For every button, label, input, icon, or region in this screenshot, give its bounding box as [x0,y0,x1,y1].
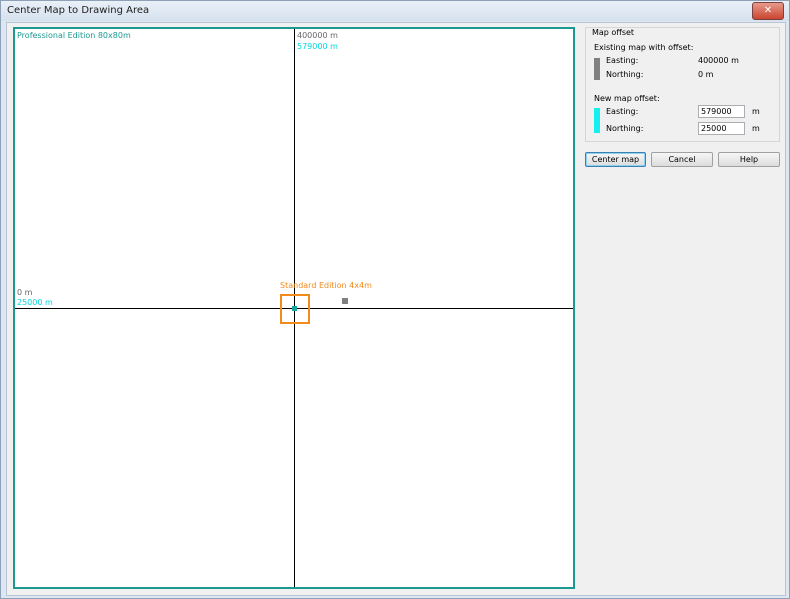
new-map-color-swatch [594,108,600,133]
cancel-button[interactable]: Cancel [651,152,713,167]
new-easting-input[interactable] [698,105,745,118]
window-title: Center Map to Drawing Area [7,5,150,16]
dialog-window: Center Map to Drawing Area ✕ Professiona… [0,0,790,599]
help-button[interactable]: Help [718,152,780,167]
new-easting-label: Easting: [606,107,639,116]
existing-easting-axis-label: 400000 m [297,31,338,40]
standard-edition-label: Standard Edition 4x4m [280,281,372,290]
new-northing-unit: m [752,124,760,133]
existing-easting-value: 400000 m [698,56,739,65]
existing-northing-label: Northing: [606,70,644,79]
existing-offset-marker [342,298,348,304]
dialog-client-area: Professional Edition 80x80m 400000 m 579… [6,22,786,596]
new-northing-input[interactable] [698,122,745,135]
existing-northing-axis-label: 0 m [17,288,33,297]
map-preview-canvas[interactable]: Professional Edition 80x80m 400000 m 579… [13,27,575,589]
close-button[interactable]: ✕ [752,2,784,20]
existing-easting-label: Easting: [606,56,639,65]
professional-edition-label: Professional Edition 80x80m [17,31,131,40]
existing-map-color-swatch [594,58,600,80]
map-center-marker [292,306,297,311]
new-northing-label: Northing: [606,124,644,133]
title-bar[interactable]: Center Map to Drawing Area ✕ [1,1,789,21]
existing-map-title: Existing map with offset: [594,43,694,52]
new-map-offset-title: New map offset: [594,94,660,103]
existing-northing-value: 0 m [698,70,714,79]
new-easting-axis-label: 579000 m [297,42,338,51]
map-offset-title: Map offset [591,28,636,37]
new-easting-unit: m [752,107,760,116]
close-icon: ✕ [763,5,773,16]
new-northing-axis-label: 25000 m [17,298,53,307]
map-offset-group: Map offset Existing map with offset: Eas… [585,27,780,142]
center-map-button[interactable]: Center map [585,152,646,167]
